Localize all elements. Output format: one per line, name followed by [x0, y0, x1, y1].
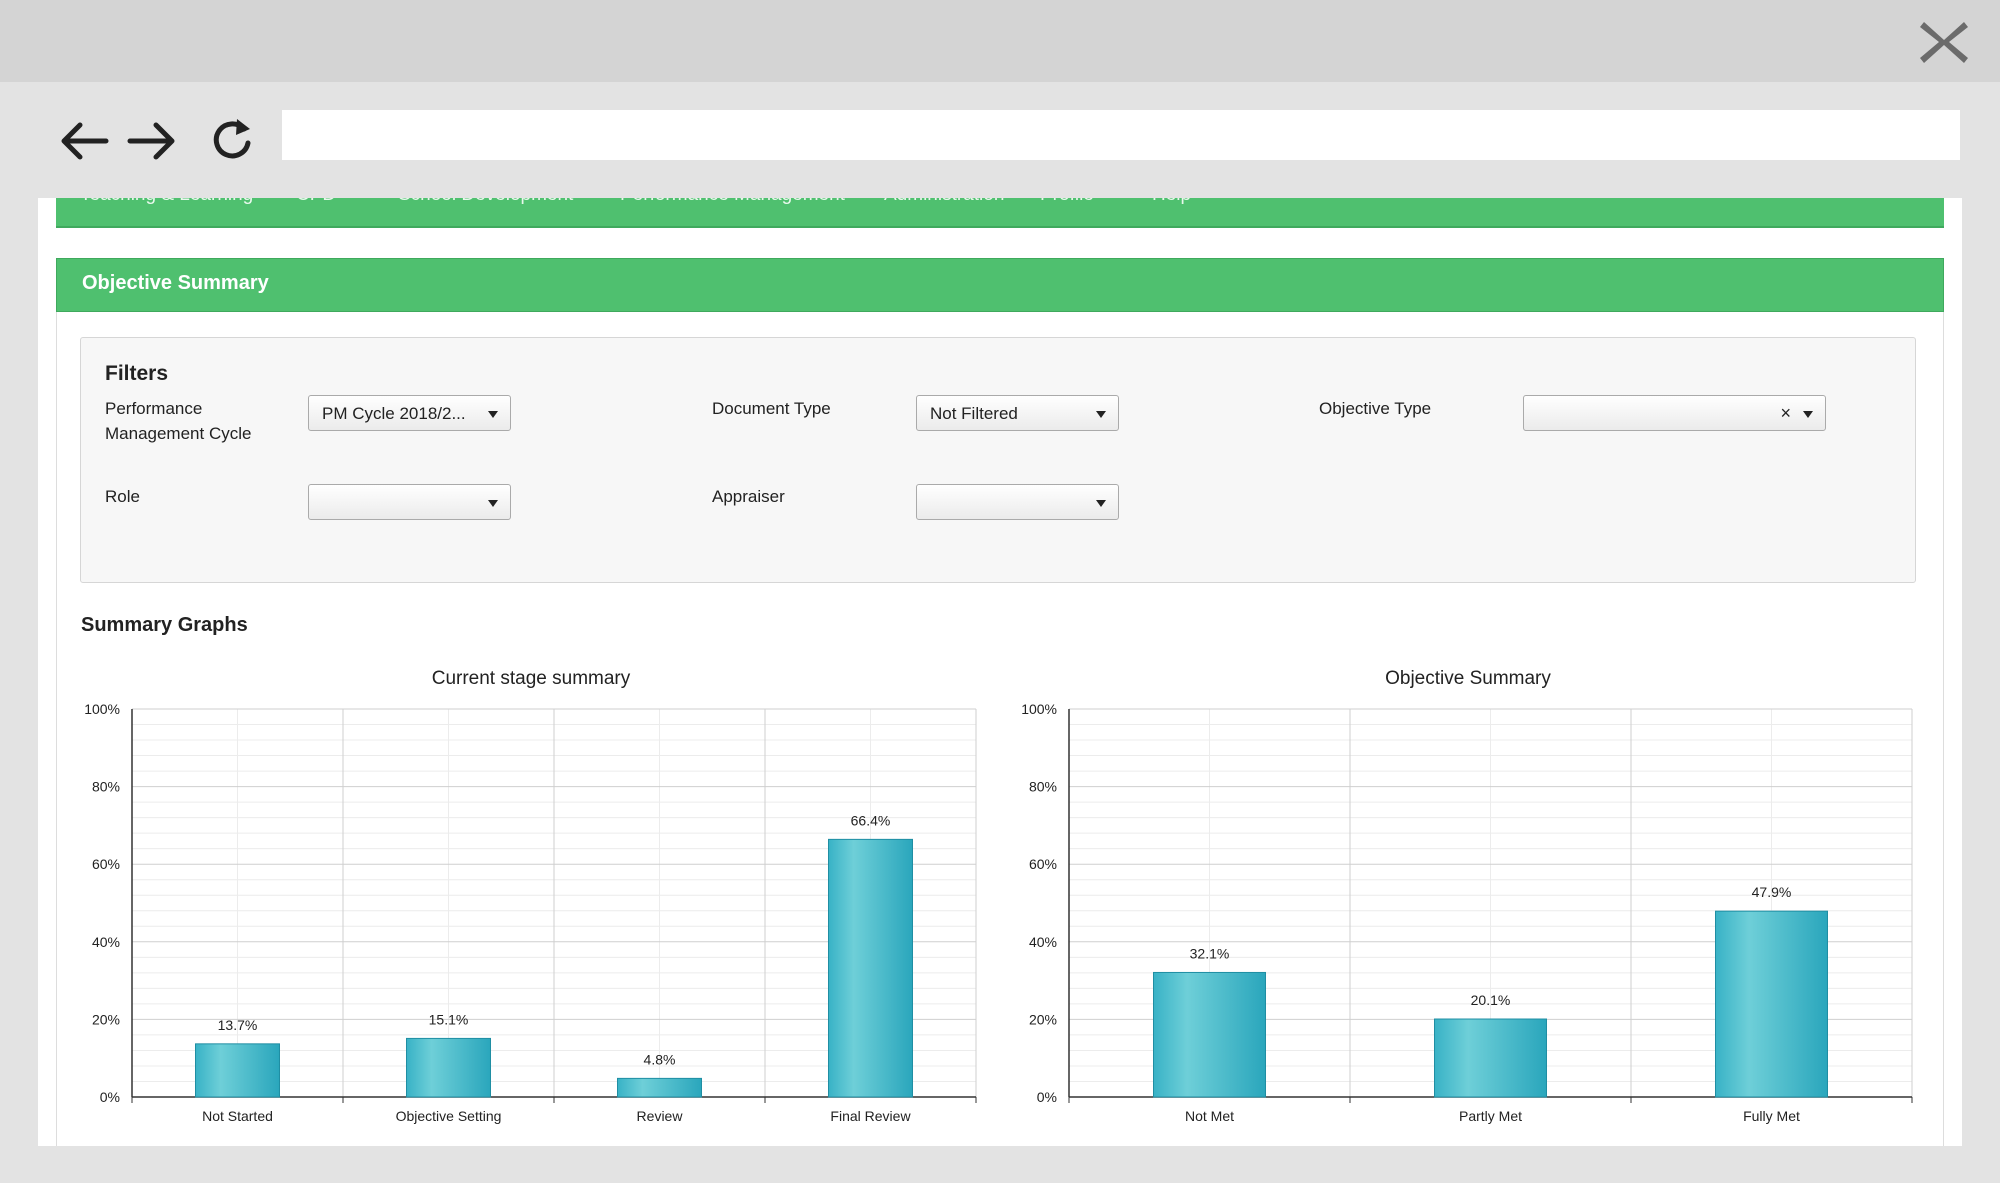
reload-icon[interactable]: [204, 113, 260, 169]
y-tick-label: 60%: [92, 856, 120, 872]
bar: [828, 838, 913, 1098]
x-category-label: Partly Met: [1459, 1108, 1522, 1124]
x-category-label: Final Review: [830, 1108, 911, 1124]
y-tick-label: 40%: [1029, 934, 1057, 950]
bar-value-label: 66.4%: [851, 812, 891, 828]
arrow-left-icon[interactable]: [56, 113, 112, 169]
y-tick-label: 80%: [1029, 779, 1057, 795]
bar: [195, 1043, 280, 1098]
summary-charts: 0% 20% 40% 60% 80% 100% 13.7% Not Started 15.1% O…: [84, 668, 1913, 1124]
chart-title: Objective Summary: [1385, 668, 1551, 689]
bar-value-label: 32.1%: [1190, 945, 1230, 961]
y-tick-label: 0%: [1037, 1089, 1057, 1105]
y-tick-label: 40%: [92, 934, 120, 950]
bar: [406, 1037, 491, 1098]
y-tick-label: 20%: [1029, 1011, 1057, 1027]
bar-value-label: 20.1%: [1471, 992, 1511, 1008]
bar-value-label: 47.9%: [1752, 884, 1792, 900]
window-titlebar: [0, 0, 2000, 82]
url-input[interactable]: [282, 110, 1960, 160]
x-category-label: Not Met: [1185, 1108, 1234, 1124]
x-category-label: Fully Met: [1743, 1108, 1800, 1124]
x-category-label: Objective Setting: [396, 1108, 502, 1124]
y-tick-label: 0%: [100, 1089, 120, 1105]
close-x-icon[interactable]: [1918, 18, 1970, 66]
y-tick-label: 60%: [1029, 856, 1057, 872]
bar-value-label: 15.1%: [429, 1011, 469, 1027]
bar: [1715, 910, 1828, 1098]
bar-value-label: 13.7%: [218, 1017, 258, 1033]
bar: [617, 1077, 702, 1098]
y-tick-label: 100%: [84, 701, 120, 717]
bar-value-label: 4.8%: [644, 1051, 676, 1067]
chart-title: Current stage summary: [432, 668, 631, 689]
y-tick-label: 100%: [1021, 701, 1057, 717]
arrow-right-icon[interactable]: [124, 113, 180, 169]
bar: [1434, 1018, 1547, 1098]
x-category-label: Not Started: [202, 1108, 273, 1124]
x-category-label: Review: [637, 1108, 684, 1124]
bar: [1153, 971, 1266, 1098]
y-tick-label: 20%: [92, 1011, 120, 1027]
page-viewport: Teaching & Learning CPD School Developme…: [38, 198, 1962, 1146]
y-tick-label: 80%: [92, 779, 120, 795]
